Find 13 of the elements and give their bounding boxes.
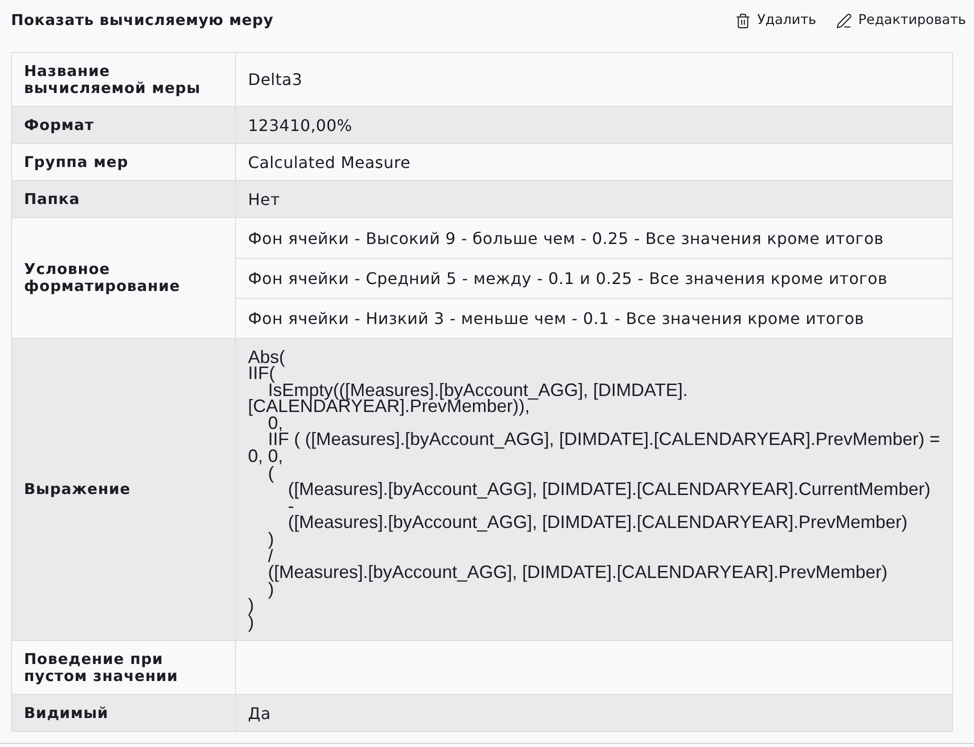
pencil-icon	[836, 12, 852, 28]
trash-icon	[735, 12, 752, 28]
expression-code: Abs( IIF( IsEmpty(([Measures].[byAccount_AGG], [DIMDATE]. [CALENDARYEAR].PrevMember)), 0, IIF ( ([Measures].[byAccount_AGG], [DIMDATE].[CALENDARYEAR].PrevMember) = 0, 0, ( ([Measures].[byAccount_AGG], [DIMDATE].[CALENDARYEAR].CurrentMember) - ([Measures].[byAccount_AGG], [DIMDATE].[CALENDARYEAR].PrevMember) ) / ([Measures].[byAccount_AGG], [DIMDATE].[CALENDARYEAR].PrevMember) ) ) )	[236, 339, 952, 640]
property-label: Видимый	[12, 695, 236, 732]
property-label: Выражение	[12, 339, 236, 640]
edit-button[interactable]: Редактировать	[836, 10, 966, 31]
value-cell: Нет	[236, 181, 952, 217]
property-label: Папка	[12, 181, 236, 217]
page-title: Показать вычисляемую меру	[11, 10, 274, 32]
delete-button[interactable]: Удалить	[735, 10, 816, 31]
value-cell: Да	[236, 695, 952, 732]
value-cell: 123410,00%	[236, 107, 952, 143]
property-label: Формат	[12, 107, 236, 143]
